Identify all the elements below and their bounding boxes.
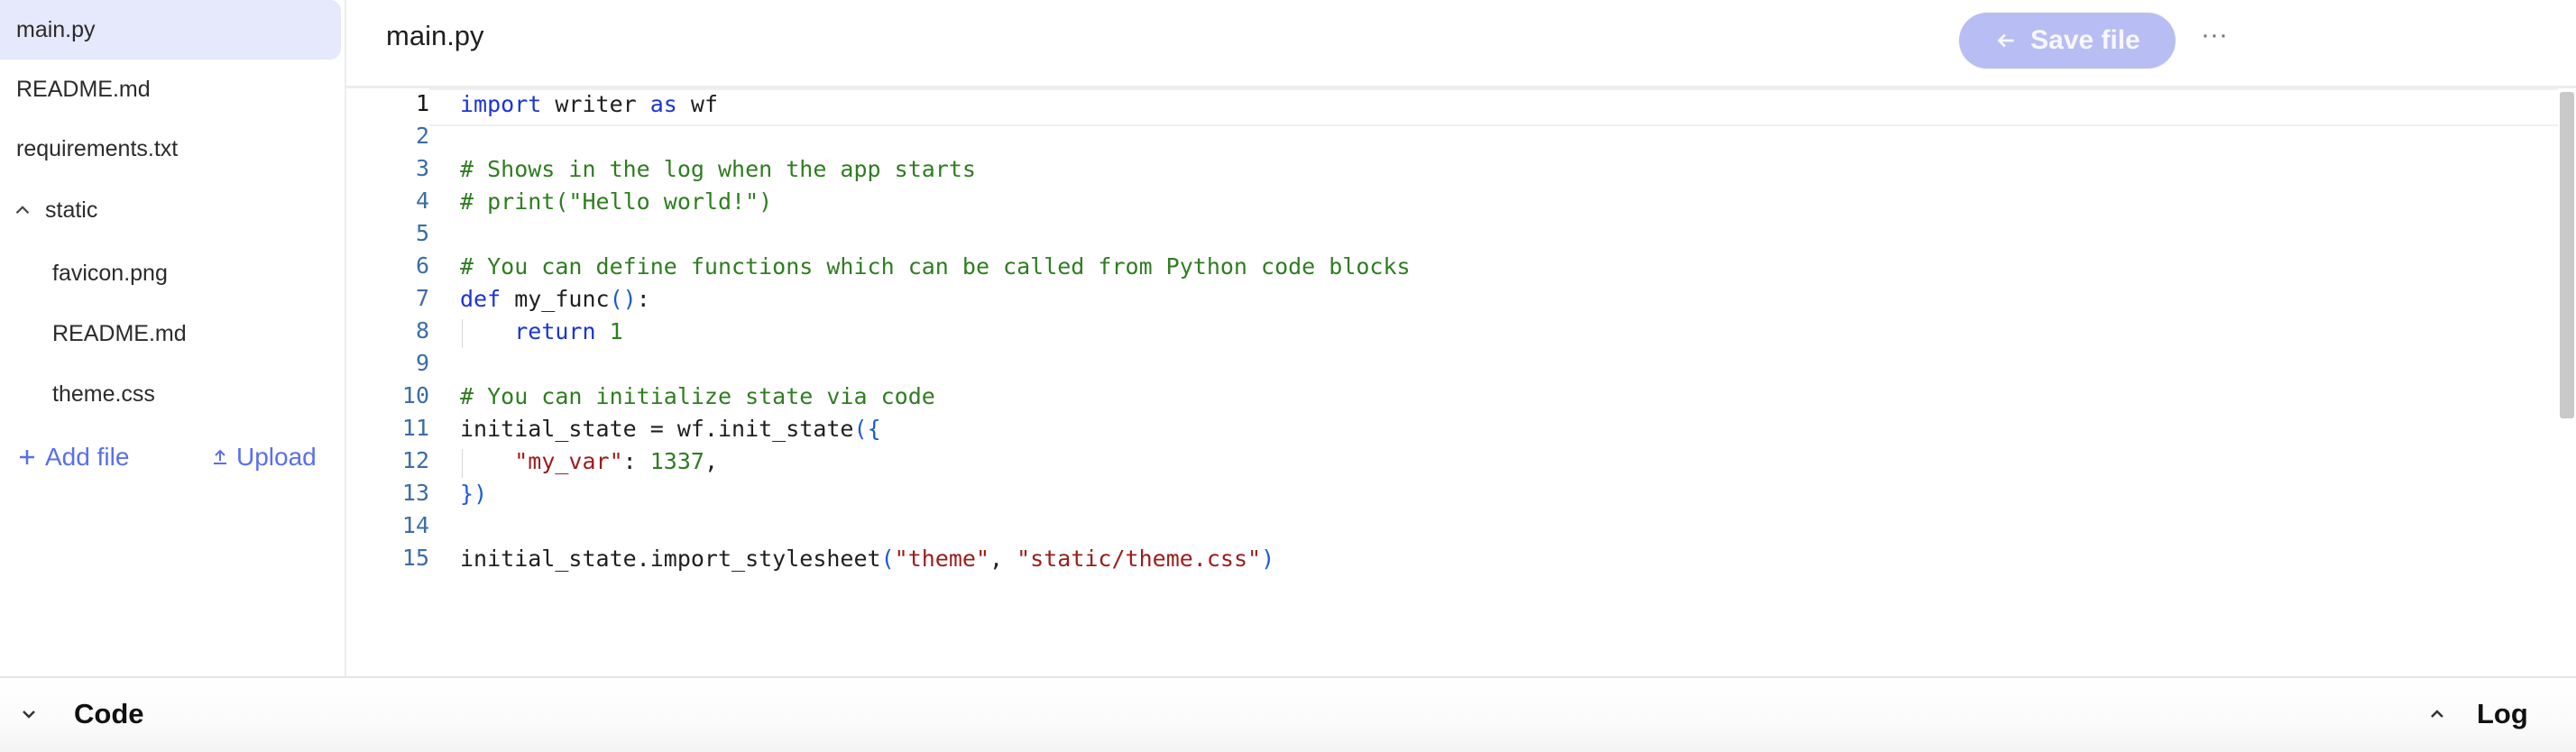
bottom-panel-bar: Code Log (0, 676, 2576, 752)
chevron-down-icon[interactable] (18, 703, 40, 725)
file-sidebar: main.py README.md requirements.txt stati… (0, 0, 346, 676)
line-number: 2 (415, 123, 429, 149)
code-line[interactable]: # print("Hello world!") (460, 186, 772, 218)
file-item-label: favicon.png (52, 260, 168, 286)
line-number: 14 (401, 512, 429, 538)
upload-button[interactable]: Upload (209, 443, 317, 472)
file-item-readme[interactable]: README.md (0, 60, 151, 119)
code-line[interactable]: # You can initialize state via code (460, 381, 935, 413)
line-number: 8 (415, 317, 429, 344)
current-line-highlight (429, 88, 2558, 126)
file-item-label: main.py (16, 16, 96, 42)
line-number: 1 (415, 90, 429, 116)
more-options-icon: ··· (2201, 20, 2228, 50)
code-line[interactable]: def my_func(): (460, 283, 650, 316)
file-item-label: README.md (52, 320, 187, 346)
code-editor[interactable]: 1 2 3 4 5 6 7 8 9 10 11 12 13 14 15 impo… (346, 88, 2558, 676)
plus-icon (20, 450, 34, 464)
line-number: 6 (415, 252, 429, 279)
line-number: 12 (401, 447, 429, 473)
file-item-main-py[interactable]: main.py (0, 0, 341, 60)
editor-header: main.py (346, 0, 2576, 88)
code-line[interactable]: return 1 (460, 316, 622, 348)
more-options-button[interactable]: ··· (2201, 20, 2228, 50)
code-line[interactable]: # You can define functions which can be … (460, 251, 1411, 283)
file-item-static-readme[interactable]: README.md (0, 304, 187, 363)
page-title: main.py (386, 20, 484, 51)
log-panel-label[interactable]: Log (2477, 698, 2528, 730)
line-number: 4 (415, 188, 429, 214)
file-item-favicon[interactable]: favicon.png (0, 243, 168, 303)
editor-scrollbar-thumb[interactable] (2560, 92, 2574, 418)
code-panel-label[interactable]: Code (74, 698, 144, 730)
code-line[interactable]: import writer as wf (460, 88, 718, 121)
file-item-theme-css[interactable]: theme.css (0, 364, 155, 424)
line-number: 5 (415, 220, 429, 246)
chevron-up-icon (15, 206, 30, 215)
code-line[interactable]: "my_var": 1337, (460, 445, 718, 478)
line-number: 3 (415, 155, 429, 181)
line-number: 15 (401, 545, 429, 571)
sidebar-actions: Add file Upload (0, 427, 346, 487)
upload-label: Upload (236, 443, 317, 471)
arrow-left-icon (1997, 33, 2014, 48)
line-number: 9 (415, 350, 429, 376)
code-line[interactable]: initial_state = wf.init_state({ (460, 413, 881, 445)
add-file-button[interactable]: Add file (16, 443, 129, 472)
code-line[interactable]: # Shows in the log when the app starts (460, 153, 976, 186)
file-item-requirements[interactable]: requirements.txt (0, 119, 178, 179)
upload-icon (214, 449, 226, 464)
line-number: 7 (415, 285, 429, 311)
file-item-label: theme.css (52, 381, 155, 407)
file-item-label: README.md (16, 76, 151, 102)
code-line[interactable]: }) (460, 478, 487, 510)
save-file-button[interactable]: Save file (1959, 13, 2176, 69)
indent-guide (462, 319, 463, 348)
save-file-label: Save file (2030, 25, 2140, 55)
indent-guide (462, 449, 463, 478)
line-number: 13 (401, 480, 429, 506)
folder-static[interactable]: static (0, 180, 97, 240)
code-line[interactable]: initial_state.import_stylesheet("theme",… (460, 543, 1274, 575)
line-number: 11 (401, 415, 429, 441)
folder-label: static (45, 197, 98, 223)
file-item-label: requirements.txt (16, 135, 179, 161)
chevron-up-icon[interactable] (2426, 703, 2448, 725)
add-file-label: Add file (45, 443, 130, 471)
line-number: 10 (401, 382, 429, 408)
